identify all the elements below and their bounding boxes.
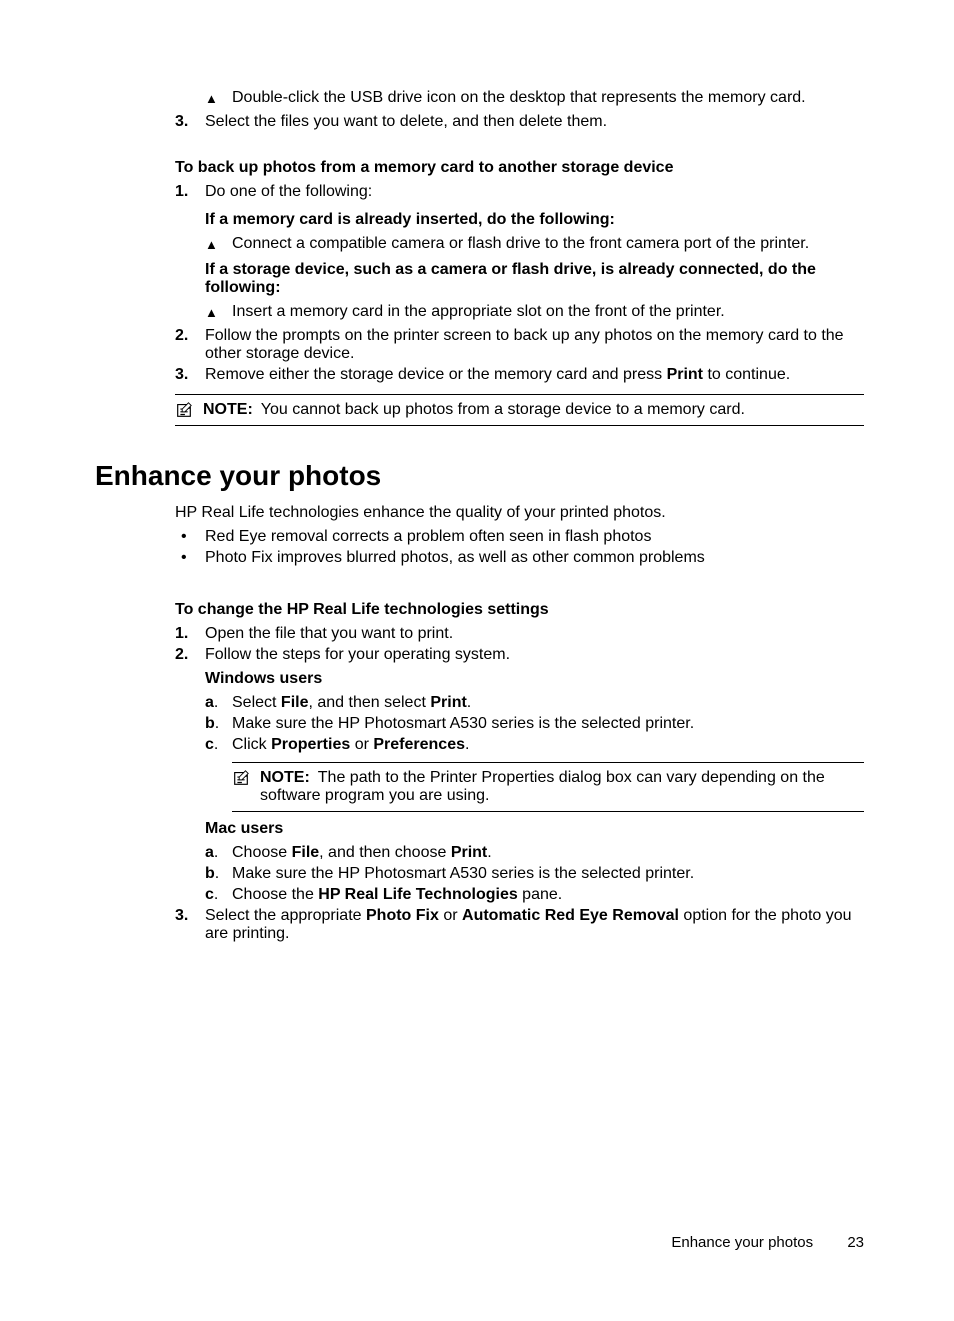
step-text: Do one of the following: <box>205 183 864 201</box>
mac-step-a: a. Choose File, and then choose Print. <box>205 844 864 862</box>
letter-marker: a. <box>205 694 232 712</box>
enhance-heading: Enhance your photos <box>95 460 864 492</box>
letter-marker: b. <box>205 865 232 883</box>
letter-marker: b. <box>205 715 232 733</box>
windows-heading: Windows users <box>205 670 864 688</box>
win-step-a: a. Select File, and then select Print. <box>205 694 864 712</box>
bullet-text: Red Eye removal corrects a problem often… <box>205 528 864 546</box>
case-2-action: ▲ Insert a memory card in the appropriat… <box>205 303 864 323</box>
action-text: Insert a memory card in the appropriate … <box>232 303 864 321</box>
step-text: Follow the prompts on the printer screen… <box>205 327 864 363</box>
triangle-icon: ▲ <box>205 303 232 323</box>
note-icon <box>175 401 193 419</box>
change-step-1: 1. Open the file that you want to print. <box>175 625 864 643</box>
text-bold: Print <box>667 366 703 383</box>
mac-heading: Mac users <box>205 820 864 838</box>
note-body: NOTE: You cannot back up photos from a st… <box>203 401 745 419</box>
change-step-2: 2. Follow the steps for your operating s… <box>175 646 864 664</box>
note-label: NOTE: <box>203 401 253 418</box>
mac-step-c: c. Choose the HP Real Life Technologies … <box>205 886 864 904</box>
backup-heading: To back up photos from a memory card to … <box>175 159 864 177</box>
step-text: Select the files you want to delete, and… <box>205 113 864 131</box>
step-text: Select File, and then select Print. <box>232 694 864 712</box>
step-number: 1. <box>175 183 205 201</box>
step-number: 2. <box>175 327 205 345</box>
step-text: Choose File, and then choose Print. <box>232 844 864 862</box>
step-number: 1. <box>175 625 205 643</box>
action-text: Double-click the USB drive icon on the d… <box>232 89 864 107</box>
letter-marker: a. <box>205 844 232 862</box>
page-footer: Enhance your photos 23 <box>671 1234 864 1251</box>
note-icon <box>232 769 250 787</box>
bullet-item: • Red Eye removal corrects a problem oft… <box>175 528 864 546</box>
win-step-b: b. Make sure the HP Photosmart A530 seri… <box>205 715 864 733</box>
step-3: 3. Select the files you want to delete, … <box>175 113 864 131</box>
step-text: Make sure the HP Photosmart A530 series … <box>232 865 864 883</box>
triangle-icon: ▲ <box>205 235 232 255</box>
change-settings-heading: To change the HP Real Life technologies … <box>175 601 864 619</box>
mac-step-b: b. Make sure the HP Photosmart A530 seri… <box>205 865 864 883</box>
win-step-c: c. Click Properties or Preferences. <box>205 736 864 754</box>
step-text: Follow the steps for your operating syst… <box>205 646 864 664</box>
step-number: 3. <box>175 366 205 384</box>
enhance-bullets: • Red Eye removal corrects a problem oft… <box>175 528 864 943</box>
bullet-icon: • <box>175 549 205 567</box>
footer-section: Enhance your photos <box>671 1234 813 1251</box>
step-text: Remove either the storage device or the … <box>205 366 864 384</box>
bullet-item: • Photo Fix improves blurred photos, as … <box>175 549 864 567</box>
prev-section-continuation: ▲ Double-click the USB drive icon on the… <box>175 89 864 426</box>
step-text: Make sure the HP Photosmart A530 series … <box>232 715 864 733</box>
backup-step-1: 1. Do one of the following: <box>175 183 864 201</box>
backup-note: NOTE: You cannot back up photos from a st… <box>175 394 864 426</box>
note-text: The path to the Printer Properties dialo… <box>260 769 825 804</box>
step-text: Click Properties or Preferences. <box>232 736 864 754</box>
note-text: You cannot back up photos from a storage… <box>261 401 745 418</box>
case-1-heading: If a memory card is already inserted, do… <box>205 211 864 229</box>
bullet-icon: • <box>175 528 205 546</box>
footer-page-number: 23 <box>847 1234 864 1251</box>
enhance-intro: HP Real Life technologies enhance the qu… <box>175 504 864 522</box>
letter-marker: c. <box>205 886 232 904</box>
case-2-heading: If a storage device, such as a camera or… <box>205 261 864 297</box>
triangle-icon: ▲ <box>205 89 232 109</box>
step-number: 3. <box>175 907 205 925</box>
note-label: NOTE: <box>260 769 310 786</box>
action-bullet: ▲ Double-click the USB drive icon on the… <box>205 89 864 109</box>
backup-step-2: 2. Follow the prompts on the printer scr… <box>175 327 864 363</box>
case-1-action: ▲ Connect a compatible camera or flash d… <box>205 235 864 255</box>
text-post: to continue. <box>703 366 790 383</box>
change-step-3: 3. Select the appropriate Photo Fix or A… <box>175 907 864 943</box>
document-page: ▲ Double-click the USB drive icon on the… <box>0 0 954 1321</box>
windows-note: NOTE:The path to the Printer Properties … <box>232 762 864 812</box>
step-text: Open the file that you want to print. <box>205 625 864 643</box>
step-number: 2. <box>175 646 205 664</box>
note-body: NOTE:The path to the Printer Properties … <box>260 769 864 805</box>
step-text: Select the appropriate Photo Fix or Auto… <box>205 907 864 943</box>
text-pre: Remove either the storage device or the … <box>205 366 667 383</box>
step-number: 3. <box>175 113 205 131</box>
letter-marker: c. <box>205 736 232 754</box>
step-text: Choose the HP Real Life Technologies pan… <box>232 886 864 904</box>
action-text: Connect a compatible camera or flash dri… <box>232 235 864 253</box>
backup-step-3: 3. Remove either the storage device or t… <box>175 366 864 384</box>
bullet-text: Photo Fix improves blurred photos, as we… <box>205 549 864 567</box>
